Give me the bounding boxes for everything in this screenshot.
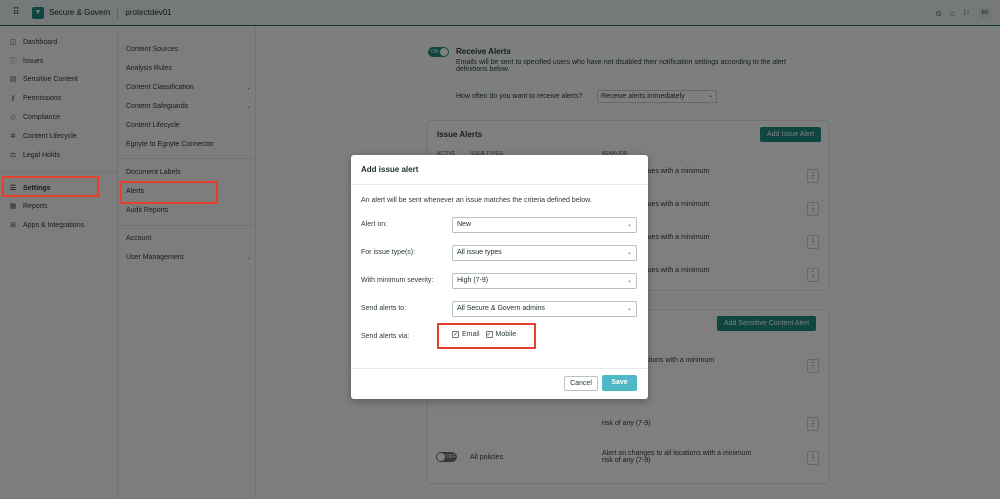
select-value: All Secure & Govern admins xyxy=(457,305,545,312)
chevron-down-icon: ⌄ xyxy=(626,250,632,256)
add-issue-alert-dialog: Add issue alert An alert will be sent wh… xyxy=(351,155,648,399)
dialog-description: An alert will be sent whenever an issue … xyxy=(361,197,592,204)
highlight-send-via xyxy=(437,323,536,349)
cancel-button[interactable]: Cancel xyxy=(564,376,598,391)
select-value: New xyxy=(457,221,472,228)
issue-type-select[interactable]: All issue types ⌄ xyxy=(452,245,637,261)
dialog-footer-divider xyxy=(351,368,648,369)
severity-label: With minimum severity: xyxy=(361,277,434,284)
select-value: High (7-9) xyxy=(457,277,489,284)
severity-select[interactable]: High (7-9) ⌄ xyxy=(452,273,637,289)
dialog-title: Add issue alert xyxy=(351,155,648,185)
chevron-down-icon: ⌄ xyxy=(626,306,632,312)
issue-type-label: For issue type(s): xyxy=(361,249,416,256)
send-via-label: Send alerts via: xyxy=(361,333,410,340)
alert-on-select[interactable]: New ⌄ xyxy=(452,217,637,233)
highlight-settings xyxy=(2,176,99,197)
select-value: All issue types xyxy=(457,249,502,256)
save-button[interactable]: Save xyxy=(602,375,637,391)
send-to-label: Send alerts to: xyxy=(361,305,407,312)
chevron-down-icon: ⌄ xyxy=(626,222,632,228)
highlight-alerts xyxy=(120,181,218,204)
alert-on-label: Alert on: xyxy=(361,221,388,228)
chevron-down-icon: ⌄ xyxy=(626,278,632,284)
send-to-select[interactable]: All Secure & Govern admins ⌄ xyxy=(452,301,637,317)
